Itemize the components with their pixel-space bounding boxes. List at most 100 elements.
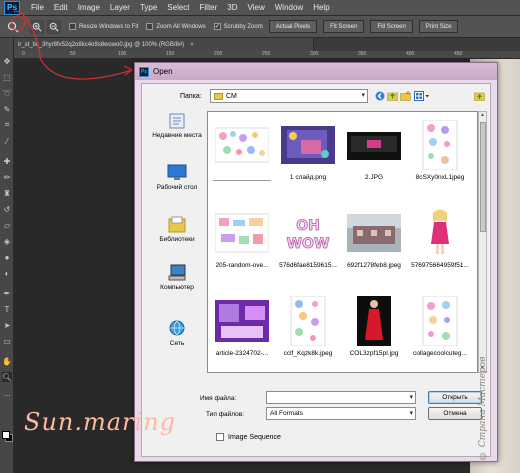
libraries-icon xyxy=(166,216,188,234)
scrubby-zoom-checkbox[interactable]: ✓ Scrubby Zoom xyxy=(213,23,263,30)
marquee-tool-icon[interactable]: ⬚ xyxy=(2,72,12,82)
close-tab-icon[interactable]: × xyxy=(190,42,194,48)
place-desktop[interactable]: Рабочий стол xyxy=(147,164,207,191)
ruler-tick: 250 xyxy=(262,51,271,57)
healing-brush-icon[interactable]: ✚ xyxy=(2,156,12,166)
signature-watermark: Sun.maring xyxy=(24,408,177,436)
place-libraries[interactable]: Библиотеки xyxy=(147,216,207,243)
eyedropper-tool-icon[interactable]: ⁄ xyxy=(2,136,12,146)
print-size-button[interactable]: Print Size xyxy=(418,20,459,33)
look-in-dropdown[interactable]: CM ▾ xyxy=(210,89,368,103)
document-tab[interactable]: ir_st_tic_3hyr8fv52q2o8kc4o9s8wowo0.jpg … xyxy=(14,38,314,51)
folder-up-icon[interactable] xyxy=(474,90,485,101)
move-tool-icon[interactable]: ✥ xyxy=(2,56,12,66)
zoom-all-windows-checkbox[interactable]: Zoom All Windows xyxy=(146,23,206,30)
checkbox-box[interactable] xyxy=(216,433,224,441)
image-sequence-checkbox[interactable]: Image Sequence xyxy=(216,433,281,441)
clone-stamp-icon[interactable]: ♜ xyxy=(2,188,12,198)
resize-windows-checkbox[interactable]: Resize Windows to Fit xyxy=(69,23,138,30)
menu-type[interactable]: Type xyxy=(135,3,162,12)
file-item[interactable]: COL3zpf15pI.jpg xyxy=(343,290,405,372)
zoom-out-icon[interactable] xyxy=(47,19,61,34)
menu-view[interactable]: View xyxy=(243,3,270,12)
view-menu-icon[interactable] xyxy=(414,90,430,101)
path-select-icon[interactable]: ➤ xyxy=(2,320,12,330)
menu-file[interactable]: File xyxy=(26,3,49,12)
up-folder-icon[interactable] xyxy=(387,90,398,101)
menu-window[interactable]: Window xyxy=(270,3,308,12)
file-item[interactable]: article-2324702-... xyxy=(211,290,273,372)
filename-input[interactable]: ▾ xyxy=(266,391,416,404)
chevron-down-icon[interactable]: ▾ xyxy=(409,409,413,417)
shape-tool-icon[interactable]: ▭ xyxy=(2,336,12,346)
lasso-tool-icon[interactable]: ➰ xyxy=(2,88,12,98)
menu-filter[interactable]: Filter xyxy=(195,3,223,12)
file-item[interactable]: 2.JPG xyxy=(343,114,405,200)
blur-tool-icon[interactable]: ● xyxy=(2,252,12,262)
options-bar: Resize Windows to Fit Zoom All Windows ✓… xyxy=(0,16,520,38)
screen-thumb-icon xyxy=(347,132,401,160)
quick-select-tool-icon[interactable]: ✎ xyxy=(2,104,12,114)
brush-tool-icon[interactable]: ✏ xyxy=(2,172,12,182)
menu-image[interactable]: Image xyxy=(73,3,105,12)
file-item[interactable]: 1 слайд.png xyxy=(277,114,339,200)
file-name: 2.JPG xyxy=(364,174,384,181)
checkbox-box[interactable] xyxy=(69,23,76,30)
file-name: article-2324702-... xyxy=(215,350,269,357)
crop-tool-icon[interactable]: ⌗ xyxy=(2,120,12,130)
file-item[interactable]: cclf_Kqzk8k.jpeg xyxy=(277,290,339,372)
eraser-tool-icon[interactable]: ▱ xyxy=(2,220,12,230)
cancel-button[interactable]: Отмена xyxy=(428,407,482,420)
filetype-select[interactable]: All Formats ▾ xyxy=(266,407,416,420)
checkbox-box-checked[interactable]: ✓ xyxy=(213,23,221,30)
place-network[interactable]: Сеть xyxy=(147,320,207,347)
menu-help[interactable]: Help xyxy=(308,3,334,12)
file-item[interactable]: 576975664959f51... xyxy=(409,202,471,288)
fit-screen-button[interactable]: Fit Screen xyxy=(323,20,365,33)
pen-tool-icon[interactable]: ✒ xyxy=(2,288,12,298)
chevron-down-icon[interactable]: ▾ xyxy=(409,393,413,401)
history-brush-icon[interactable]: ↺ xyxy=(2,204,12,214)
menu-bar: Ps File Edit Image Layer Type Select Fil… xyxy=(0,0,520,16)
scroll-up-icon[interactable]: ▲ xyxy=(479,112,486,119)
zoom-tool-icon[interactable] xyxy=(6,20,20,34)
file-list[interactable]: ________________ 1 слайд.png 2.JPG 8cSXy… xyxy=(207,111,478,373)
menu-select[interactable]: Select xyxy=(162,3,194,12)
checkbox-box[interactable] xyxy=(146,23,154,30)
back-icon[interactable] xyxy=(374,90,385,101)
desktop-icon xyxy=(166,164,188,182)
dialog-titlebar[interactable]: Ps Open xyxy=(135,63,497,80)
file-name: collagecoolcuteg... xyxy=(413,350,467,357)
open-button[interactable]: Открыть xyxy=(428,391,482,404)
zoom-in-icon[interactable] xyxy=(30,19,44,34)
type-tool-icon[interactable]: T xyxy=(2,304,12,314)
new-folder-icon[interactable] xyxy=(400,90,411,101)
file-item[interactable]: collagecoolcuteg... xyxy=(409,290,471,372)
file-item[interactable]: ________________ xyxy=(211,114,273,200)
actual-pixels-button[interactable]: Actual Pixels xyxy=(268,20,318,33)
file-item[interactable]: 205-random-ove... xyxy=(211,202,273,288)
file-item[interactable]: OH WOW 576d6fae8159615... xyxy=(277,202,339,288)
ruler-tick: 300 xyxy=(310,51,319,57)
file-item[interactable]: 692f1278feb8.jpeg xyxy=(343,202,405,288)
ruler-tick: 50 xyxy=(70,51,76,57)
foreground-color-swatch[interactable] xyxy=(2,431,10,439)
more-tools-icon[interactable]: … xyxy=(2,388,12,398)
paint-bucket-icon[interactable]: ◈ xyxy=(2,236,12,246)
file-item[interactable]: 8cSXy0nxL1jpeg xyxy=(409,114,471,200)
fill-screen-button[interactable]: Fill Screen xyxy=(370,20,413,33)
menu-3d[interactable]: 3D xyxy=(222,3,242,12)
place-recent[interactable]: Недавние места xyxy=(147,112,207,139)
place-computer[interactable]: Компьютер xyxy=(147,264,207,291)
file-name: ________________ xyxy=(213,174,271,181)
menu-edit[interactable]: Edit xyxy=(49,3,73,12)
file-name: 692f1278feb8.jpeg xyxy=(347,262,401,269)
scrollbar-thumb[interactable] xyxy=(480,122,486,232)
dialog-title: Open xyxy=(153,67,173,76)
room-thumb-icon xyxy=(215,300,269,342)
hand-tool-icon[interactable]: ✋ xyxy=(2,356,12,366)
dodge-tool-icon[interactable]: ◐ xyxy=(2,268,12,278)
zoom-tool-icon[interactable]: 🔍︎ xyxy=(2,372,12,382)
chevron-down-icon[interactable]: ▾ xyxy=(361,91,365,99)
menu-layer[interactable]: Layer xyxy=(105,3,135,12)
